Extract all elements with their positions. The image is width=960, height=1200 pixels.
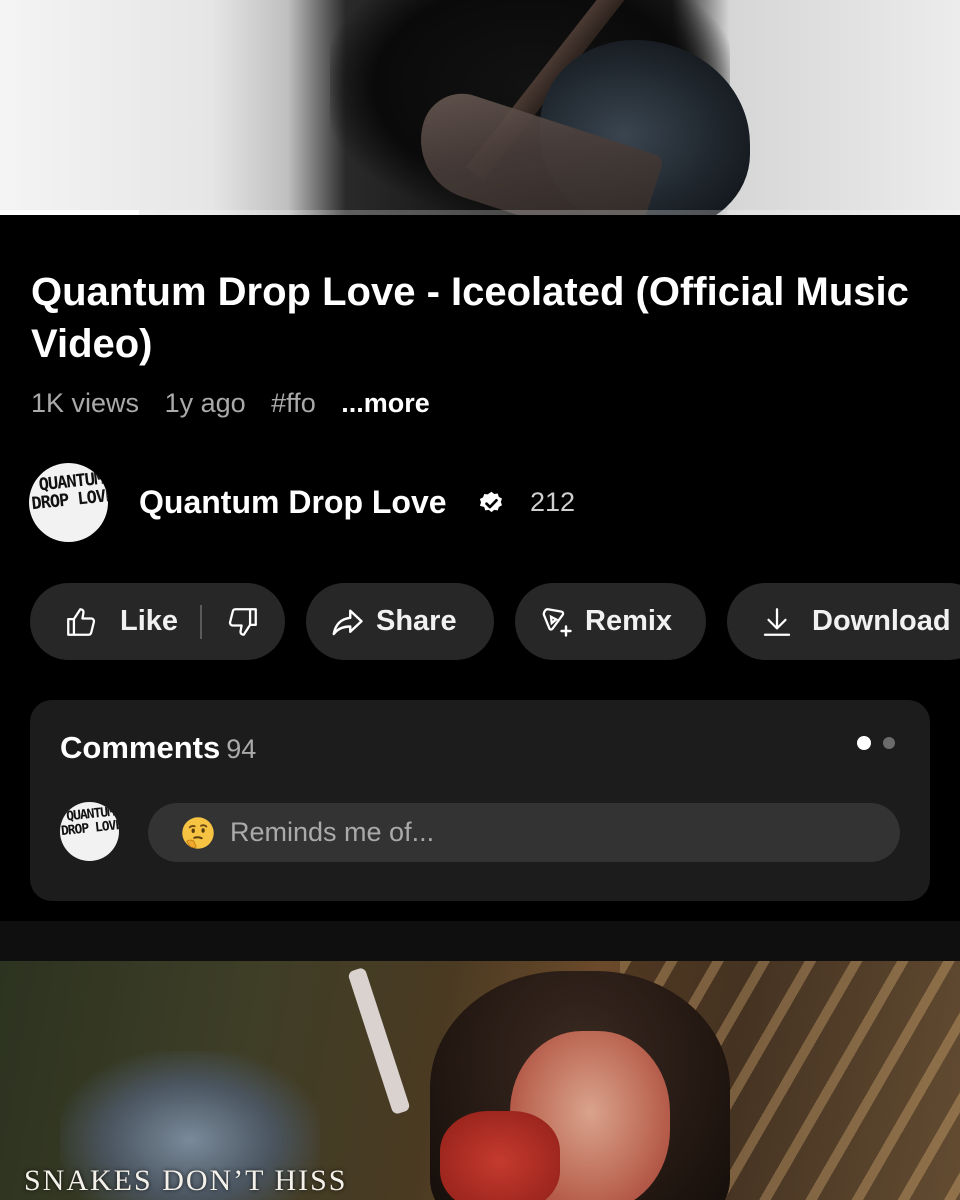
video-progress-fill	[0, 210, 140, 215]
remix-icon	[542, 607, 572, 637]
comments-section[interactable]: Comments 94 QUANTUM DROP LOVE Reminds me o…	[30, 700, 930, 901]
comments-header: Comments 94	[60, 730, 256, 766]
comment-placeholder: Reminds me of...	[230, 817, 435, 847]
remix-label: Remix	[585, 605, 673, 637]
more-link[interactable]: ...more	[341, 388, 430, 418]
view-count: 1K views	[31, 388, 140, 418]
like-label[interactable]: Like	[120, 605, 178, 638]
comments-count: 94	[226, 734, 257, 764]
share-label: Share	[376, 605, 457, 637]
subscriber-count: 212	[530, 487, 576, 517]
user-avatar: QUANTUM DROP LOVE	[60, 802, 119, 861]
carousel-dot-active	[857, 736, 871, 750]
user-avatar-logo: QUANTUM DROP LOVE	[60, 804, 119, 840]
video-player[interactable]	[0, 0, 960, 215]
remix-button[interactable]: Remix	[515, 583, 706, 660]
thinking-face-icon	[182, 816, 214, 849]
next-video-caption: SNAKES DON’T HISS	[24, 1164, 348, 1197]
like-divider	[200, 604, 203, 639]
channel-avatar[interactable]: QUANTUM DROP LOVE	[29, 463, 108, 542]
channel-name[interactable]: Quantum Drop Love	[139, 484, 447, 521]
comments-title: Comments	[60, 730, 221, 765]
share-button[interactable]: Share	[306, 583, 494, 660]
thumbs-down-icon[interactable]	[226, 605, 260, 639]
download-button[interactable]: Download	[727, 583, 960, 660]
hashtag-link[interactable]: #ffo	[271, 388, 316, 418]
section-separator	[0, 921, 960, 961]
download-icon	[763, 607, 791, 636]
channel-logo-text: QUANTUM DROP LOVE	[30, 468, 108, 515]
video-title: Quantum Drop Love - Iceolated (Official …	[31, 270, 909, 366]
carousel-dot	[883, 737, 895, 749]
download-label: Download	[812, 605, 951, 637]
video-meta[interactable]: 1K views 1y ago #ffo ...more	[31, 388, 448, 419]
upload-age: 1y ago	[164, 388, 246, 418]
thumbnail-person-hand	[440, 1111, 560, 1200]
video-progress-bar[interactable]	[0, 210, 960, 215]
share-arrow-icon	[332, 609, 363, 635]
like-dislike-group: Like	[30, 583, 285, 660]
add-comment-input[interactable]: Reminds me of...	[148, 803, 900, 862]
thumbs-up-icon[interactable]	[64, 605, 98, 639]
verified-badge-icon	[479, 491, 502, 513]
